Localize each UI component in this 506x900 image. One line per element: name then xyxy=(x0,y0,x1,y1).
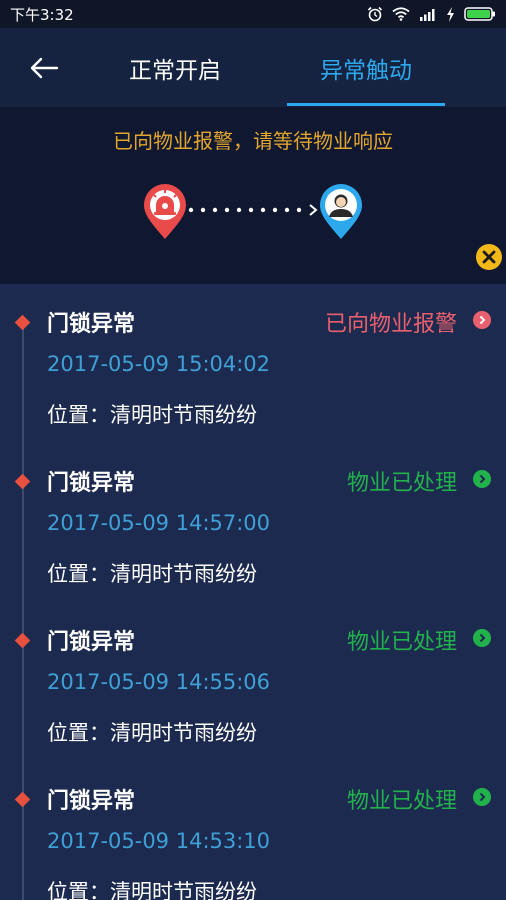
event-title: 门锁异常 xyxy=(47,789,136,814)
list-item[interactable]: 门锁异常 物业已处理 2017-05-09 14:53:10 位置：清明时节雨纷… xyxy=(0,761,506,900)
event-time: 2017-05-09 14:57:00 xyxy=(47,511,271,535)
event-status: 物业已处理 xyxy=(346,471,457,496)
chevron-right-icon[interactable] xyxy=(473,311,491,329)
event-time: 2017-05-09 14:55:06 xyxy=(47,670,271,694)
signal-icon xyxy=(420,9,435,21)
event-time: 2017-05-09 15:04:02 xyxy=(47,352,271,376)
back-button[interactable] xyxy=(22,50,66,86)
connection-dots xyxy=(188,204,318,216)
event-title: 门锁异常 xyxy=(47,471,136,496)
event-title: 门锁异常 xyxy=(47,312,136,337)
battery-icon xyxy=(464,7,495,21)
event-status: 物业已处理 xyxy=(346,630,457,655)
charging-icon xyxy=(447,6,454,22)
event-list: 门锁异常 已向物业报警 2017-05-09 15:04:02 位置：清明时节雨… xyxy=(0,284,506,900)
timeline-marker xyxy=(14,473,31,490)
status-icons xyxy=(367,6,496,22)
close-alert-button[interactable] xyxy=(475,243,503,271)
chevron-right-icon[interactable] xyxy=(473,470,491,488)
tab-abnormal-trigger[interactable]: 异常触动 xyxy=(287,28,445,107)
event-location: 位置：清明时节雨纷纷 xyxy=(47,721,257,745)
event-status: 已向物业报警 xyxy=(324,312,457,337)
header: 正常开启 异常触动 xyxy=(0,28,506,107)
list-item[interactable]: 门锁异常 物业已处理 2017-05-09 14:55:06 位置：清明时节雨纷… xyxy=(0,602,506,761)
property-manager-pin-icon xyxy=(320,184,362,239)
chevron-right-icon[interactable] xyxy=(473,788,491,806)
wifi-icon xyxy=(392,7,410,21)
timeline-marker xyxy=(14,632,31,649)
alert-message: 已向物业报警，请等待物业响应 xyxy=(113,129,393,153)
event-location: 位置：清明时节雨纷纷 xyxy=(47,880,257,900)
active-tab-indicator xyxy=(287,103,445,106)
back-arrow-icon xyxy=(30,57,59,79)
chevron-right-icon[interactable] xyxy=(473,629,491,647)
event-location: 位置：清明时节雨纷纷 xyxy=(47,562,257,586)
list-item[interactable]: 门锁异常 物业已处理 2017-05-09 14:57:00 位置：清明时节雨纷… xyxy=(0,443,506,602)
list-item[interactable]: 门锁异常 已向物业报警 2017-05-09 15:04:02 位置：清明时节雨… xyxy=(0,284,506,443)
event-status: 物业已处理 xyxy=(346,789,457,814)
timeline-marker xyxy=(14,314,31,331)
event-time: 2017-05-09 14:53:10 xyxy=(47,829,271,853)
timeline-marker xyxy=(14,791,31,808)
tab-normal-open-label: 正常开启 xyxy=(129,57,221,84)
status-time: 下午3:32 xyxy=(10,5,74,24)
event-location: 位置：清明时节雨纷纷 xyxy=(47,403,257,427)
event-title: 门锁异常 xyxy=(47,630,136,655)
tab-normal-open[interactable]: 正常开启 xyxy=(100,28,250,107)
alarm-pin-icon xyxy=(144,184,186,239)
status-bar: 下午3:32 xyxy=(0,0,506,28)
alert-panel: 已向物业报警，请等待物业响应 xyxy=(0,107,506,284)
alarm-clock-icon xyxy=(367,6,383,22)
tab-abnormal-trigger-label: 异常触动 xyxy=(320,57,412,84)
